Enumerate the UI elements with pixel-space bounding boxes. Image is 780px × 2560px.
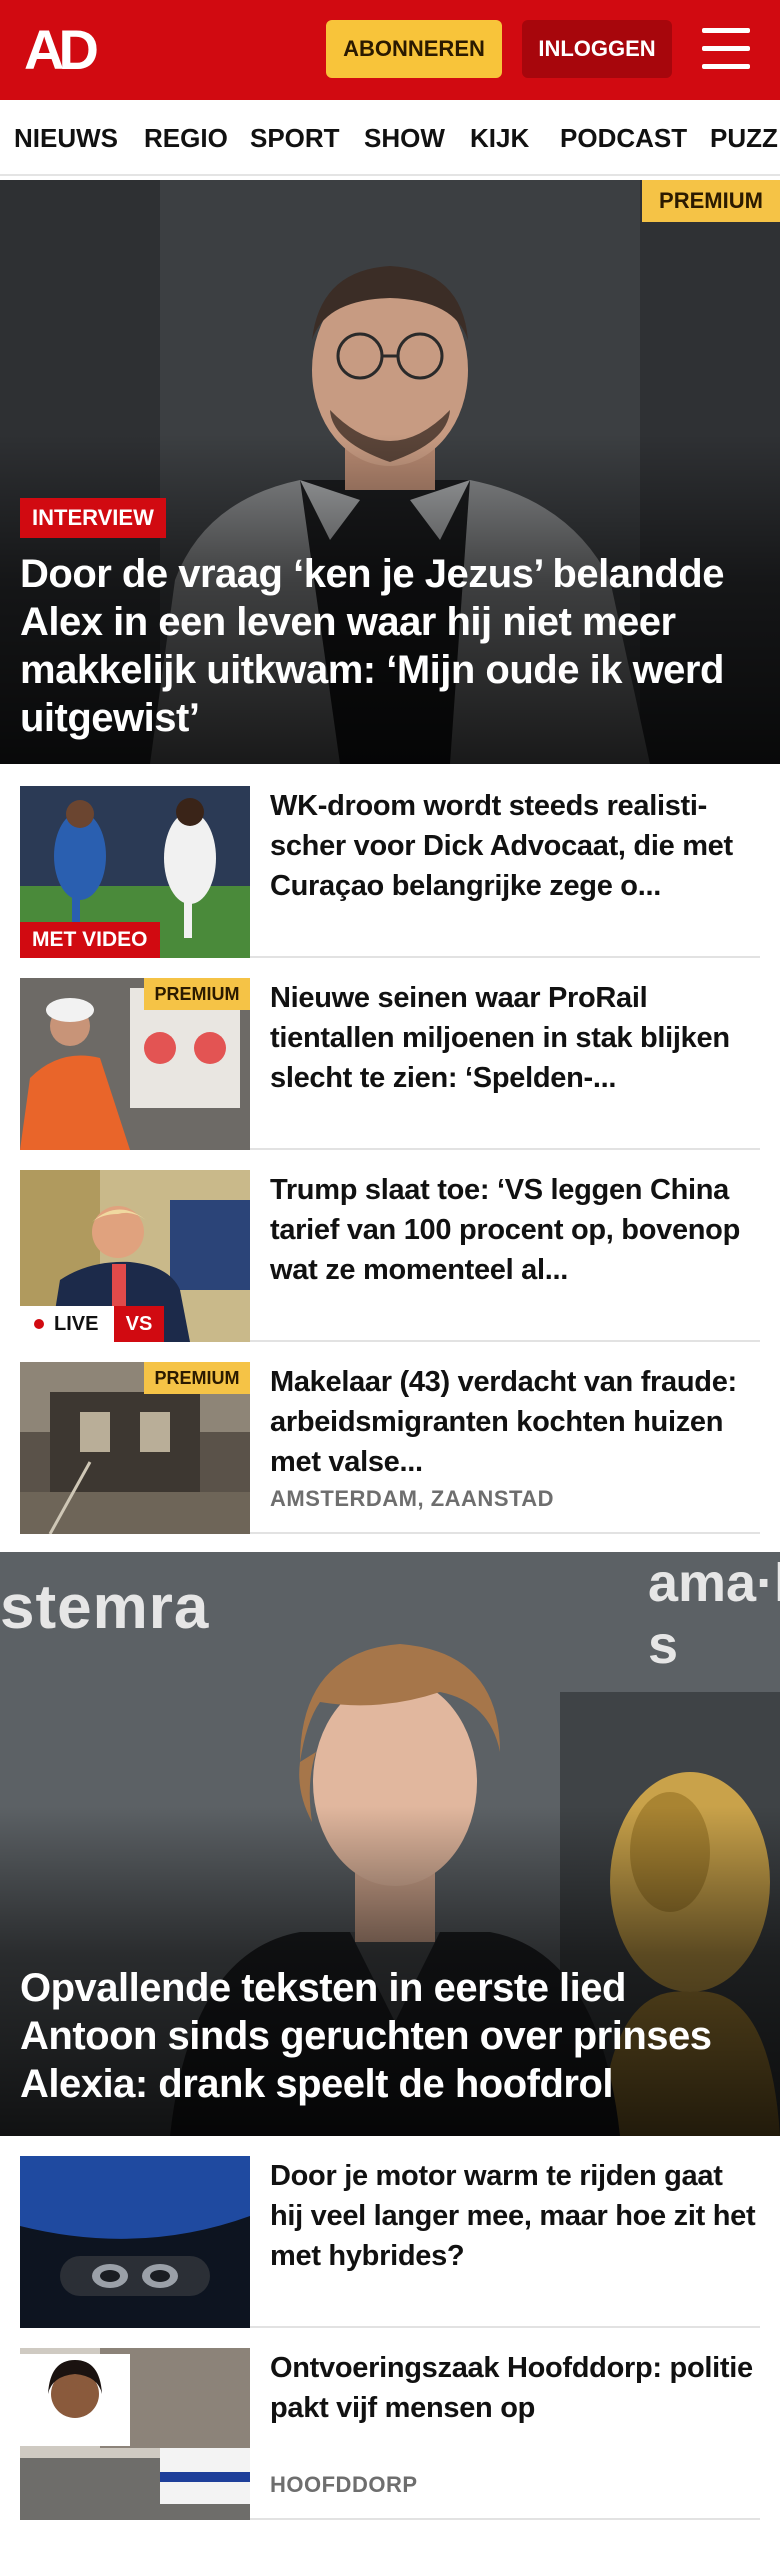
backdrop-text: stemra [0,1573,210,1642]
vs-tag: VS [114,1306,164,1342]
hamburger-menu-icon[interactable] [696,24,756,74]
premium-badge: PREMIUM [144,1362,250,1394]
location-label: HOOFDDORP [270,2472,418,2497]
thumbnail [20,2348,250,2520]
hero-article-antoon[interactable]: stemra ama·ll s Opvallende teksten in ee… [0,1552,780,2136]
article-title[interactable]: Ontvoeringszaak Hoofddorp: politie pakt … [270,2348,760,2428]
hero-headline[interactable]: Door de vraag ‘ken je Jezus’ belandde Al… [20,550,760,742]
premium-badge: PREMIUM [642,180,780,222]
list-item[interactable]: PREMIUM Makelaar (43) verdacht van fraud… [20,1362,760,1534]
article-title[interactable]: Trump slaat toe: ‘VS leggen China tarief… [270,1170,760,1290]
interview-label: INTERVIEW [20,498,166,538]
exhaust-photo [20,2156,250,2328]
section-nav: NIEUWS REGIO SPORT SHOW KIJK PODCAST PUZ… [0,100,780,176]
list-item[interactable]: PREMIUM Nieuwe seinen waar ProRail tient… [20,978,760,1150]
thumbnail: MET VIDEO [20,786,250,958]
police-scene-photo [20,2348,250,2520]
hero-headline[interactable]: Opvallende teksten in eerste lied Antoon… [20,1964,760,2108]
ad-logo[interactable]: AD [24,22,99,78]
list-item[interactable]: Door je motor warm te rijden gaat hij ve… [20,2156,760,2328]
nav-item-podcast[interactable]: PODCAST [560,100,687,174]
nav-item-puzzel[interactable]: PUZZ [710,100,778,174]
thumbnail: PREMIUM [20,978,250,1150]
nav-item-kijk[interactable]: KIJK [470,100,529,174]
article-title[interactable]: Nieuwe seinen waar ProRail tientallen mi… [270,978,760,1098]
list-item[interactable]: MET VIDEO WK-droom wordt steeds realisti… [20,786,760,958]
location-label: AMSTERDAM, ZAANSTAD [270,1486,555,1511]
subscribe-button[interactable]: ABONNEREN [326,20,502,78]
login-button[interactable]: INLOGGEN [522,20,672,78]
thumbnail: PREMIUM [20,1362,250,1534]
article-title[interactable]: WK-droom wordt steeds realisti­scher voo… [270,786,760,906]
article-title[interactable]: Makelaar (43) verdacht van fraude: arbei… [270,1362,760,1482]
thumbnail [20,2156,250,2328]
nav-item-sport[interactable]: SPORT [250,100,340,174]
list-item[interactable]: Ontvoeringszaak Hoofddorp: politie pakt … [20,2348,760,2520]
hero-article-interview[interactable]: PREMIUM INTERVIEW Door de vraag ‘ken je … [0,180,780,764]
video-label: MET VIDEO [20,922,160,958]
thumbnail: LIVE VS [20,1170,250,1342]
nav-item-show[interactable]: SHOW [364,100,445,174]
nav-item-nieuws[interactable]: NIEUWS [14,100,118,174]
backdrop-text-right: ama·ll s [648,1553,780,1675]
article-title[interactable]: Door je motor warm te rijden gaat hij ve… [270,2156,760,2276]
nav-item-regio[interactable]: REGIO [144,100,228,174]
top-bar: AD ABONNEREN INLOGGEN [0,0,780,100]
live-indicator: LIVE [20,1306,114,1342]
list-item[interactable]: LIVE VS Trump slaat toe: ‘VS leggen Chin… [20,1170,760,1342]
premium-badge: PREMIUM [144,978,250,1010]
live-dot-icon [34,1319,44,1329]
